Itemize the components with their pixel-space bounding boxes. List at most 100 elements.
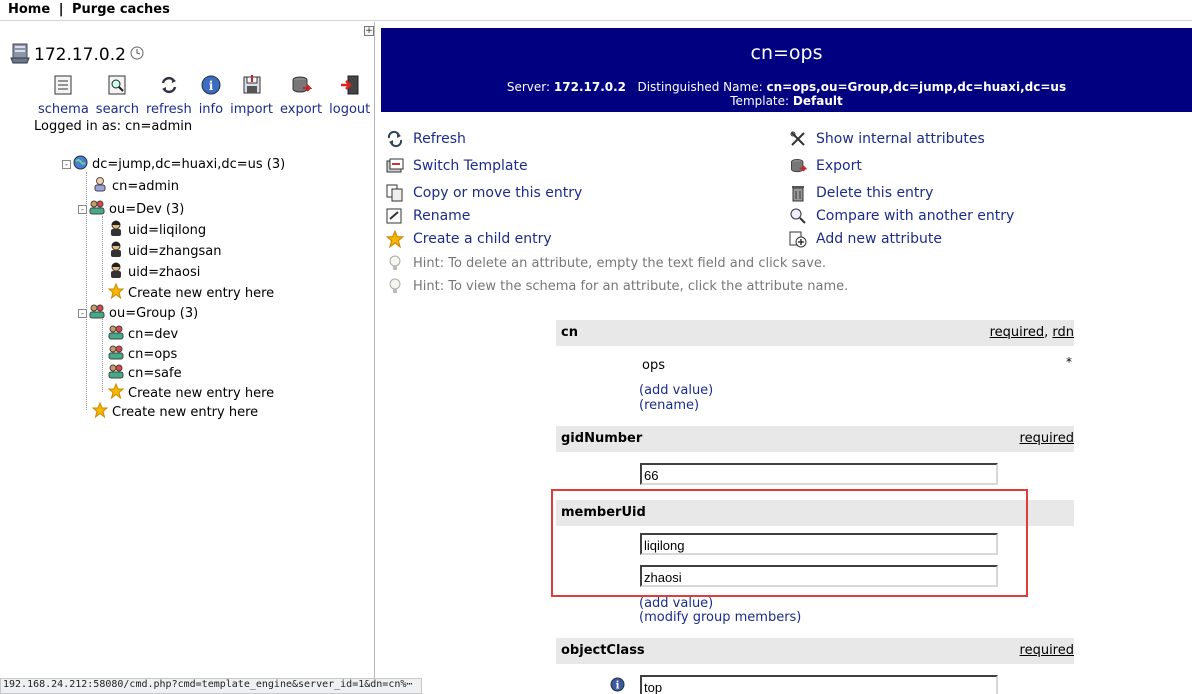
tree-item-label: ou=Dev (3) bbox=[109, 201, 185, 217]
star-icon bbox=[91, 401, 109, 422]
add-attribute-icon bbox=[789, 230, 807, 248]
gidnumber-input[interactable] bbox=[640, 463, 998, 485]
export-button[interactable]: export bbox=[280, 74, 322, 117]
user-icon bbox=[108, 220, 124, 240]
create-entry-dev[interactable]: Create new entry here bbox=[107, 282, 275, 303]
attr-gidnumber-flags: required bbox=[1020, 431, 1074, 446]
compare-label: Compare with another entry bbox=[816, 208, 1015, 224]
add-attribute-action[interactable]: Add new attribute bbox=[789, 230, 942, 248]
attr-objectclass-header: objectClass required bbox=[556, 638, 1074, 664]
create-entry-root[interactable]: Create new entry here bbox=[91, 401, 259, 422]
create-entry-label: Create new entry here bbox=[112, 404, 259, 420]
tree-item-group[interactable]: - ou=Group (3) bbox=[78, 303, 198, 323]
export-action-label: Export bbox=[816, 158, 862, 174]
cn-rename-link[interactable]: (rename) bbox=[639, 398, 699, 413]
hint-schema-text: Hint: To view the schema for an attribut… bbox=[413, 278, 849, 294]
create-child-action[interactable]: Create a child entry bbox=[385, 229, 552, 249]
refresh-icon bbox=[386, 130, 404, 148]
user-icon bbox=[92, 176, 108, 196]
collapse-icon[interactable]: - bbox=[78, 308, 87, 318]
copy-move-action[interactable]: Copy or move this entry bbox=[386, 184, 582, 202]
tree-item-user[interactable]: uid=zhangsan bbox=[108, 241, 222, 261]
server-icon bbox=[10, 42, 30, 68]
hint-delete: Hint: To delete an attribute, empty the … bbox=[386, 254, 826, 272]
entry-title: cn=ops bbox=[750, 42, 823, 64]
hint-schema: Hint: To view the schema for an attribut… bbox=[386, 277, 848, 295]
purge-caches-link[interactable]: Purge caches bbox=[72, 2, 170, 17]
create-entry-group[interactable]: Create new entry here bbox=[107, 382, 275, 403]
modify-group-members-link[interactable]: (modify group members) bbox=[639, 610, 801, 625]
globe-icon bbox=[73, 155, 88, 174]
tree-item-user[interactable]: uid=liqilong bbox=[108, 220, 206, 240]
tree-item-label: cn=admin bbox=[112, 178, 180, 194]
search-label: search bbox=[95, 102, 139, 117]
server-name[interactable]: 172.17.0.2 bbox=[34, 45, 126, 65]
logout-label: logout bbox=[329, 102, 371, 117]
memberuid-add-value-link[interactable]: (add value) bbox=[639, 596, 713, 611]
home-link[interactable]: Home bbox=[8, 2, 50, 17]
star-icon bbox=[107, 282, 125, 303]
switch-template-action[interactable]: Switch Template bbox=[386, 157, 528, 175]
rename-action[interactable]: Rename bbox=[386, 207, 470, 225]
template-value: Default bbox=[792, 94, 843, 108]
dn-label: Distinguished Name: bbox=[637, 80, 763, 94]
tree-line bbox=[102, 216, 103, 292]
import-label: import bbox=[230, 102, 274, 117]
export-icon bbox=[290, 74, 313, 100]
lightbulb-icon bbox=[386, 277, 404, 295]
attr-cn-header: cn required, rdn bbox=[556, 320, 1074, 346]
tools-icon bbox=[789, 130, 807, 148]
collapse-icon[interactable]: - bbox=[78, 204, 87, 214]
user-icon bbox=[108, 241, 124, 261]
compare-icon bbox=[789, 207, 807, 225]
attr-cn-name[interactable]: cn bbox=[561, 325, 578, 340]
cn-add-value-link[interactable]: (add value) bbox=[639, 383, 713, 398]
tree-item-cn[interactable]: cn=ops bbox=[108, 344, 177, 364]
rdn-link[interactable]: rdn bbox=[1052, 325, 1074, 340]
switch-template-label: Switch Template bbox=[413, 158, 528, 174]
show-internal-action[interactable]: Show internal attributes bbox=[789, 130, 985, 148]
attr-gidnumber-name[interactable]: gidNumber bbox=[561, 431, 642, 446]
lightbulb-icon bbox=[386, 254, 404, 272]
tree-item-user[interactable]: uid=zhaosi bbox=[108, 262, 200, 282]
info-icon[interactable]: i bbox=[610, 677, 625, 694]
svg-text:i: i bbox=[616, 681, 620, 692]
refresh-action[interactable]: Refresh bbox=[386, 130, 466, 148]
collapse-icon[interactable]: - bbox=[62, 160, 71, 169]
tree-item-cn[interactable]: cn=safe bbox=[108, 363, 182, 383]
objectclass-input[interactable] bbox=[640, 675, 998, 694]
compare-action[interactable]: Compare with another entry bbox=[789, 207, 1014, 225]
refresh-button[interactable]: refresh bbox=[146, 74, 192, 117]
tree-item-dev[interactable]: - ou=Dev (3) bbox=[78, 199, 184, 219]
refresh-label: refresh bbox=[145, 102, 192, 117]
import-button[interactable]: import bbox=[230, 74, 273, 117]
required-marker: * bbox=[1066, 355, 1072, 369]
top-nav: Home | Purge caches bbox=[0, 0, 1192, 21]
group-icon bbox=[108, 363, 124, 383]
attr-objectclass-name[interactable]: objectClass bbox=[561, 643, 645, 658]
tree-item-label: cn=safe bbox=[128, 365, 182, 381]
required-link[interactable]: required bbox=[1020, 431, 1074, 446]
group-icon bbox=[89, 199, 105, 219]
tree-item-cn[interactable]: cn=dev bbox=[108, 324, 178, 344]
export-action[interactable]: Export bbox=[789, 157, 862, 175]
tree-item-label: uid=liqilong bbox=[128, 222, 207, 238]
schema-button[interactable]: schema bbox=[38, 74, 89, 117]
delete-entry-label: Delete this entry bbox=[816, 185, 934, 201]
expand-pane-button[interactable]: + bbox=[364, 26, 374, 36]
entry-subtitle: Server: 172.17.0.2 Distinguished Name: c… bbox=[381, 80, 1192, 108]
group-icon bbox=[108, 344, 124, 364]
required-link[interactable]: required bbox=[990, 325, 1044, 340]
create-entry-label: Create new entry here bbox=[128, 285, 275, 301]
tree-item-admin[interactable]: cn=admin bbox=[92, 176, 179, 196]
logout-button[interactable]: logout bbox=[329, 74, 370, 117]
tree-root[interactable]: - dc=jump,dc=huaxi,dc=us (3) bbox=[62, 155, 285, 174]
delete-entry-action[interactable]: Delete this entry bbox=[789, 184, 933, 202]
search-button[interactable]: search bbox=[96, 74, 139, 117]
create-entry-label: Create new entry here bbox=[128, 385, 275, 401]
highlight-annotation-box bbox=[551, 489, 1028, 597]
nav-separator: | bbox=[58, 2, 64, 17]
export-label: export bbox=[280, 102, 323, 117]
info-button[interactable]: i info bbox=[199, 74, 223, 117]
required-link[interactable]: required bbox=[1020, 643, 1074, 658]
